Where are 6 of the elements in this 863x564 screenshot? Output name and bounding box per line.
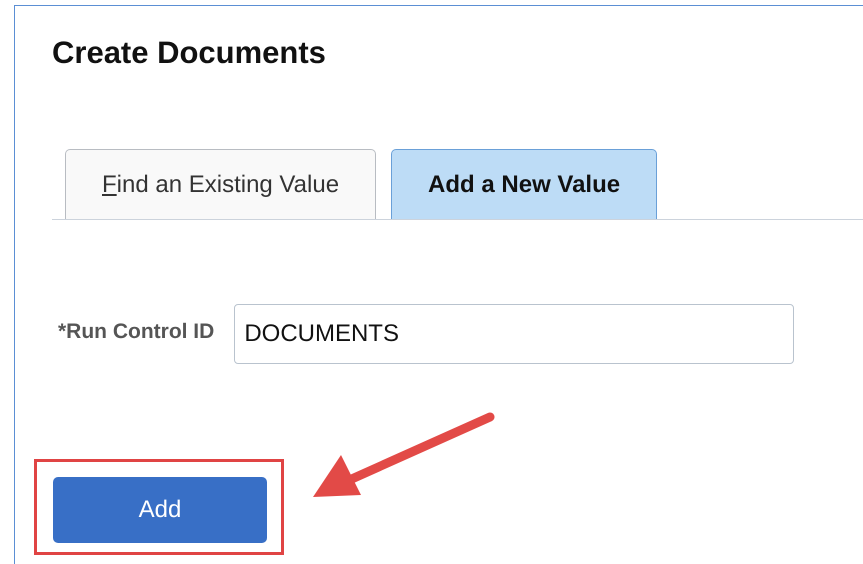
- page-title: Create Documents: [52, 34, 326, 72]
- add-button[interactable]: Add: [53, 477, 267, 543]
- tab[interactable]: Add a New Value: [391, 149, 658, 219]
- tab[interactable]: Find an Existing Value: [65, 149, 376, 219]
- run-control-id-field[interactable]: DOCUMENTS: [234, 304, 794, 364]
- field-label: *Run Control ID: [58, 319, 214, 345]
